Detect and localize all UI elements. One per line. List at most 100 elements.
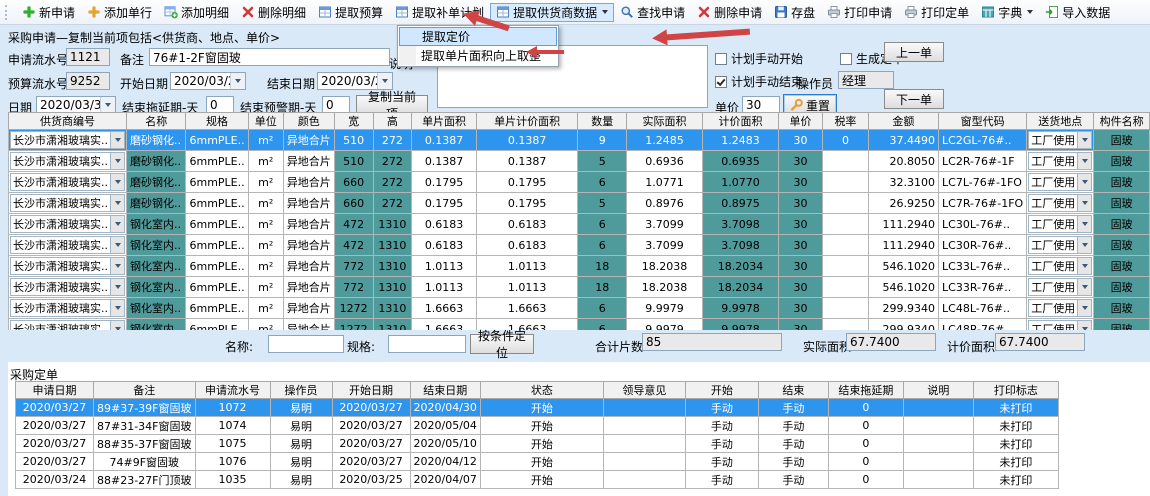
dropdown-arrow-icon[interactable] bbox=[1077, 279, 1091, 295]
cell-dropdown[interactable]: 长沙市潇湘玻璃实.. bbox=[10, 152, 125, 170]
toolbar-print-application[interactable]: 打印申请 bbox=[821, 3, 898, 22]
pricing-area-field[interactable] bbox=[995, 333, 1085, 351]
dropdown-arrow-icon[interactable] bbox=[110, 237, 124, 253]
prev-order-button[interactable]: 上一单 bbox=[884, 42, 944, 62]
dropdown-arrow-icon[interactable] bbox=[1077, 258, 1091, 274]
cell-dropdown[interactable]: 工厂使用 bbox=[1028, 194, 1092, 212]
cell-dropdown[interactable]: 工厂使用 bbox=[1028, 215, 1092, 233]
order-column-header-11[interactable]: 说明 bbox=[903, 382, 973, 399]
order-column-header-12[interactable]: 打印标志 bbox=[973, 382, 1058, 399]
dropdown-arrow-icon[interactable] bbox=[110, 258, 124, 274]
toolbar-delete-detail[interactable]: 删除明细 bbox=[235, 3, 312, 22]
cell-dropdown[interactable]: 长沙市潇湘玻璃实.. bbox=[10, 278, 125, 296]
total-pieces-field[interactable] bbox=[642, 333, 782, 351]
dropdown-arrow-icon[interactable] bbox=[110, 216, 124, 232]
detail-column-header-8[interactable]: 单片计价面积 bbox=[476, 113, 578, 130]
dropdown-arrow-icon[interactable] bbox=[1077, 153, 1091, 169]
detail-row[interactable]: 长沙市潇湘玻璃实..磨砂钢化..6mmPLE..m²异地合片6602720.17… bbox=[9, 172, 1150, 193]
combo-arrow-icon[interactable] bbox=[100, 97, 115, 113]
detail-column-header-11[interactable]: 计价面积 bbox=[703, 113, 779, 130]
detail-column-header-13[interactable]: 税率 bbox=[823, 113, 869, 130]
cell-dropdown[interactable]: 长沙市潇湘玻璃实.. bbox=[10, 236, 125, 254]
cell-dropdown[interactable]: 工厂使用 bbox=[1028, 236, 1092, 254]
detail-row[interactable]: 长沙市潇湘玻璃实..钢化室内..6mmPLE..m²异地合片47213100.6… bbox=[9, 235, 1150, 256]
toolbar-add-single-row[interactable]: 添加单行 bbox=[81, 3, 158, 22]
detail-column-header-17[interactable]: 构件名称 bbox=[1094, 113, 1150, 130]
dropdown-arrow-icon[interactable] bbox=[1077, 174, 1091, 190]
dropdown-menu-item-1[interactable]: 提取定价 bbox=[399, 27, 557, 46]
budget-no-field[interactable] bbox=[66, 72, 110, 90]
toolbar-add-detail[interactable]: 添加明细 bbox=[158, 3, 235, 22]
cell-dropdown[interactable]: 工厂使用 bbox=[1028, 299, 1092, 317]
order-row[interactable]: 2020/03/2787#31-34F窗固玻1074易明2020/03/2720… bbox=[16, 417, 1059, 435]
cell-dropdown[interactable]: 工厂使用 bbox=[1028, 152, 1092, 170]
combo-arrow-icon[interactable] bbox=[230, 73, 245, 89]
toolbar-import-data[interactable]: 导入数据 bbox=[1039, 3, 1116, 22]
cell-dropdown[interactable]: 工厂使用 bbox=[1028, 257, 1092, 275]
detail-column-header-3[interactable]: 单位 bbox=[248, 113, 283, 130]
order-column-header-1[interactable]: 备注 bbox=[94, 382, 196, 399]
toolbar-print-order[interactable]: 打印定单 bbox=[898, 3, 975, 22]
order-column-header-2[interactable]: 申请流水号 bbox=[195, 382, 270, 399]
cell-dropdown[interactable]: 工厂使用 bbox=[1028, 173, 1092, 191]
filter-name-input[interactable] bbox=[268, 335, 344, 353]
dropdown-arrow-icon[interactable] bbox=[110, 300, 124, 316]
cell-dropdown[interactable]: 长沙市潇湘玻璃实.. bbox=[10, 131, 125, 149]
detail-column-header-7[interactable]: 单片面积 bbox=[412, 113, 477, 130]
order-column-header-9[interactable]: 结束 bbox=[758, 382, 828, 399]
order-column-header-8[interactable]: 开始 bbox=[685, 382, 758, 399]
cell-dropdown[interactable]: 工厂使用 bbox=[1028, 131, 1092, 149]
detail-row[interactable]: 长沙市潇湘玻璃实..磨砂钢化..6mmPLE..m²异地合片5102720.13… bbox=[9, 130, 1150, 151]
order-column-header-6[interactable]: 状态 bbox=[480, 382, 603, 399]
application-no-field[interactable] bbox=[66, 48, 110, 66]
cell-dropdown[interactable]: 长沙市潇湘玻璃实.. bbox=[10, 215, 125, 233]
cell-dropdown[interactable]: 长沙市潇湘玻璃实.. bbox=[10, 299, 125, 317]
dropdown-arrow-icon[interactable] bbox=[1077, 132, 1091, 148]
detail-row[interactable]: 长沙市潇湘玻璃实..钢化室内..6mmPLE..m²异地合片127213101.… bbox=[9, 298, 1150, 319]
plan-manual-end-checkbox[interactable]: 计划手动结束 bbox=[715, 73, 803, 90]
combo-arrow-icon[interactable] bbox=[377, 73, 392, 89]
dropdown-arrow-icon[interactable] bbox=[1077, 195, 1091, 211]
dropdown-arrow-icon[interactable] bbox=[1077, 216, 1091, 232]
detail-column-header-9[interactable]: 数量 bbox=[578, 113, 627, 130]
cell-dropdown[interactable]: 长沙市潇湘玻璃实.. bbox=[10, 257, 125, 275]
toolbar-search-application[interactable]: 查找申请 bbox=[614, 3, 691, 22]
detail-column-header-14[interactable]: 金额 bbox=[868, 113, 938, 130]
cell-dropdown[interactable]: 工厂使用 bbox=[1028, 278, 1092, 296]
detail-row[interactable]: 长沙市潇湘玻璃实..钢化室内..6mmPLE..m²异地合片77213101.0… bbox=[9, 277, 1150, 298]
plan-manual-start-checkbox[interactable]: 计划手动开始 bbox=[715, 50, 803, 67]
toolbar-dictionary[interactable]: 字典 bbox=[975, 3, 1039, 22]
detail-column-header-5[interactable]: 宽 bbox=[334, 113, 373, 130]
actual-area-field[interactable] bbox=[846, 333, 936, 351]
order-row[interactable]: 2020/03/2488#23-27F门顶玻1035易明2020/03/2520… bbox=[16, 471, 1059, 489]
detail-column-header-16[interactable]: 送货地点 bbox=[1027, 113, 1094, 130]
filter-spec-input[interactable] bbox=[388, 335, 466, 353]
dropdown-arrow-icon[interactable] bbox=[110, 153, 124, 169]
order-column-header-0[interactable]: 申请日期 bbox=[16, 382, 94, 399]
order-row[interactable]: 2020/03/2774#9F窗固玻1076易明2020/03/272020/0… bbox=[16, 453, 1059, 471]
detail-row[interactable]: 长沙市潇湘玻璃实..钢化室内..6mmPLE..m²异地合片77213101.0… bbox=[9, 256, 1150, 277]
order-column-header-5[interactable]: 结束日期 bbox=[410, 382, 480, 399]
order-row[interactable]: 2020/03/2789#37-39F窗固玻1072易明2020/03/2720… bbox=[16, 399, 1059, 417]
dropdown-arrow-icon[interactable] bbox=[110, 174, 124, 190]
detail-column-header-15[interactable]: 窗型代码 bbox=[939, 113, 1027, 130]
next-order-button[interactable]: 下一单 bbox=[884, 89, 944, 109]
order-column-header-4[interactable]: 开始日期 bbox=[332, 382, 410, 399]
start-date-combo[interactable]: 2020/03/21 bbox=[170, 72, 246, 90]
detail-column-header-6[interactable]: 高 bbox=[373, 113, 412, 130]
toolbar-new-application[interactable]: 新申请 bbox=[16, 3, 81, 22]
toolbar-delete-application[interactable]: 删除申请 bbox=[691, 3, 768, 22]
detail-column-header-10[interactable]: 实际面积 bbox=[627, 113, 703, 130]
detail-row[interactable]: 长沙市潇湘玻璃实..钢化室内..6mmPLE..m²异地合片47213100.6… bbox=[9, 214, 1150, 235]
dropdown-arrow-icon[interactable] bbox=[110, 279, 124, 295]
toolbar-extract-supplier-data[interactable]: 提取供货商数据 bbox=[490, 3, 614, 22]
dropdown-arrow-icon[interactable] bbox=[1077, 300, 1091, 316]
operator-field[interactable] bbox=[838, 71, 894, 89]
toolbar-extract-budget[interactable]: 提取预算 bbox=[312, 3, 389, 22]
detail-column-header-12[interactable]: 单价 bbox=[778, 113, 822, 130]
cell-dropdown[interactable]: 长沙市潇湘玻璃实.. bbox=[10, 173, 125, 191]
order-column-header-10[interactable]: 结束拖延期 bbox=[828, 382, 903, 399]
order-column-header-7[interactable]: 领导意见 bbox=[603, 382, 685, 399]
detail-column-header-4[interactable]: 颜色 bbox=[283, 113, 334, 130]
locate-by-condition-button[interactable]: 按条件定位 bbox=[470, 334, 534, 354]
